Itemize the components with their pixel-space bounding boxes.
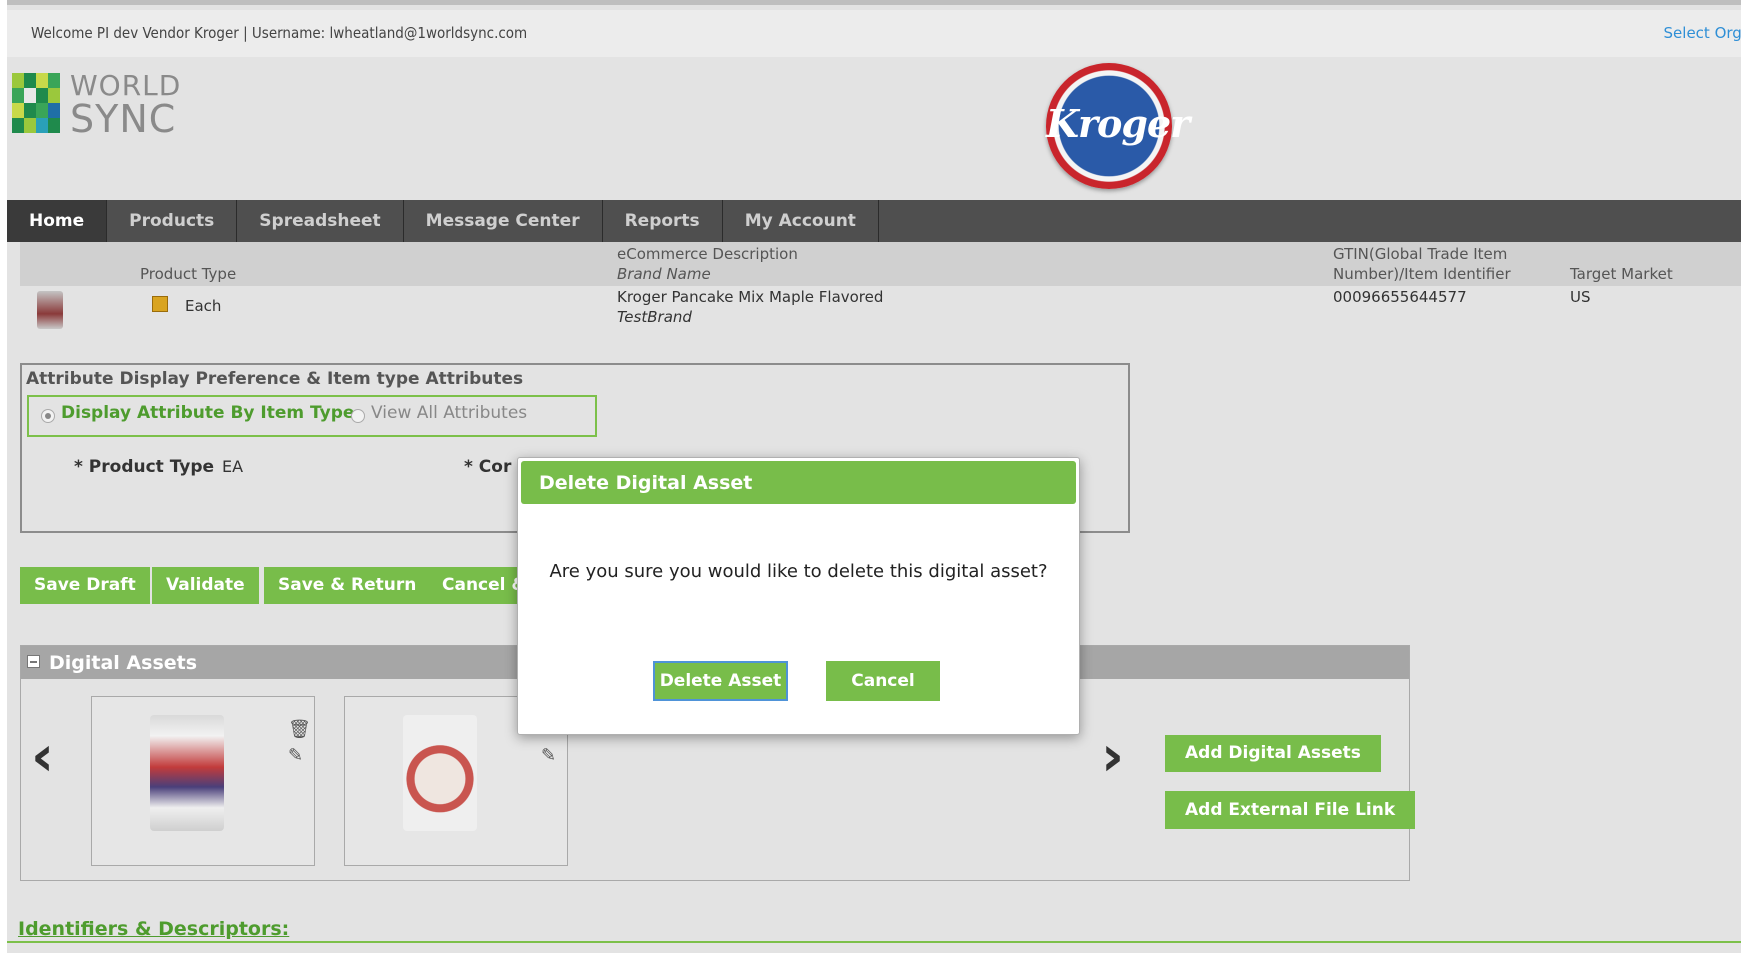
validate-button[interactable]: Validate: [152, 567, 259, 604]
asset-image[interactable]: [150, 715, 224, 831]
asset-card[interactable]: 🗑 ✎: [91, 696, 315, 866]
welcome-text: Welcome PI dev Vendor Kroger | Username:…: [31, 24, 528, 42]
product-table-header: Product Type eCommerce Description Brand…: [20, 242, 1741, 286]
edit-icon[interactable]: ✎: [288, 745, 303, 766]
dialog-cancel-button[interactable]: Cancel: [826, 661, 940, 701]
dialog-header: Delete Digital Asset: [521, 461, 1076, 504]
identifiers-descriptors-heading[interactable]: Identifiers & Descriptors:: [18, 918, 289, 940]
save-return-button[interactable]: Save & Return: [264, 567, 431, 604]
digital-assets-title: Digital Assets: [49, 652, 198, 674]
1worldsync-logo[interactable]: WORLD SYNC: [12, 69, 192, 141]
nav-home[interactable]: Home: [7, 200, 108, 242]
edit-icon[interactable]: ✎: [541, 745, 556, 766]
dialog-message: Are you sure you would like to delete th…: [549, 561, 1048, 582]
col-target-market: Target Market: [1570, 265, 1673, 283]
chevron-left-icon[interactable]: ‹: [31, 724, 54, 789]
col-gtin-line1: GTIN(Global Trade Item: [1333, 245, 1508, 263]
nav-reports[interactable]: Reports: [603, 200, 723, 242]
ecommerce-description-value: Kroger Pancake Mix Maple Flavored: [617, 288, 884, 306]
delete-asset-dialog: Delete Digital Asset Are you sure you wo…: [517, 457, 1080, 735]
attribute-panel-title: Attribute Display Preference & Item type…: [26, 369, 524, 389]
nav-products[interactable]: Products: [107, 200, 238, 242]
consumer-field-label: * Cor: [464, 457, 512, 477]
add-external-file-link-button[interactable]: Add External File Link: [1165, 791, 1416, 829]
dialog-title: Delete Digital Asset: [539, 472, 753, 494]
nav-spreadsheet[interactable]: Spreadsheet: [237, 200, 404, 242]
nav-message-center[interactable]: Message Center: [404, 200, 603, 242]
gtin-value: 00096655644577: [1333, 288, 1467, 306]
trash-icon[interactable]: 🗑: [288, 719, 311, 740]
product-row[interactable]: Each Kroger Pancake Mix Maple Flavored T…: [20, 286, 1741, 334]
attribute-display-options: Display Attribute By Item Type View All …: [27, 395, 597, 437]
logo-word-sync: SYNC: [70, 97, 177, 141]
brand-name-value: TestBrand: [617, 308, 692, 326]
section-divider: [7, 941, 1741, 943]
nav-my-account[interactable]: My Account: [723, 200, 879, 242]
logo-mark-icon: [12, 73, 62, 133]
main-nav: Home Products Spreadsheet Message Center…: [7, 200, 1741, 242]
col-product-type: Product Type: [140, 265, 237, 283]
add-digital-assets-button[interactable]: Add Digital Assets: [1165, 735, 1381, 772]
radio-view-all-label[interactable]: View All Attributes: [371, 403, 527, 423]
welcome-bar: Welcome PI dev Vendor Kroger | Username:…: [7, 10, 1741, 57]
collapse-icon[interactable]: [27, 655, 40, 668]
kroger-logo-text: Kroger: [1046, 101, 1190, 146]
col-brand-name: Brand Name: [617, 265, 711, 283]
col-ecommerce-description: eCommerce Description: [617, 245, 798, 263]
asset-image[interactable]: [403, 715, 477, 831]
product-type-value: Each: [185, 297, 222, 315]
radio-by-item-type[interactable]: [41, 409, 55, 423]
save-draft-button[interactable]: Save Draft: [20, 567, 150, 604]
product-type-field-label: * Product Type: [74, 457, 215, 477]
chevron-right-icon[interactable]: ›: [1101, 724, 1124, 789]
kroger-logo: Kroger: [1046, 63, 1190, 189]
each-unit-icon: [152, 296, 168, 312]
page: Welcome PI dev Vendor Kroger | Username:…: [7, 0, 1741, 953]
radio-view-all[interactable]: [351, 409, 365, 423]
select-organization-link[interactable]: Select Orga: [1664, 24, 1741, 42]
cancel-button[interactable]: Cancel &: [428, 567, 523, 604]
col-gtin-line2: Number)/Item Identifier: [1333, 265, 1511, 283]
radio-by-item-type-label[interactable]: Display Attribute By Item Type: [61, 403, 354, 423]
delete-asset-button[interactable]: Delete Asset: [653, 661, 788, 701]
product-type-field-value: EA: [222, 457, 244, 476]
product-thumbnail[interactable]: [37, 291, 63, 329]
target-market-value: US: [1570, 288, 1591, 306]
